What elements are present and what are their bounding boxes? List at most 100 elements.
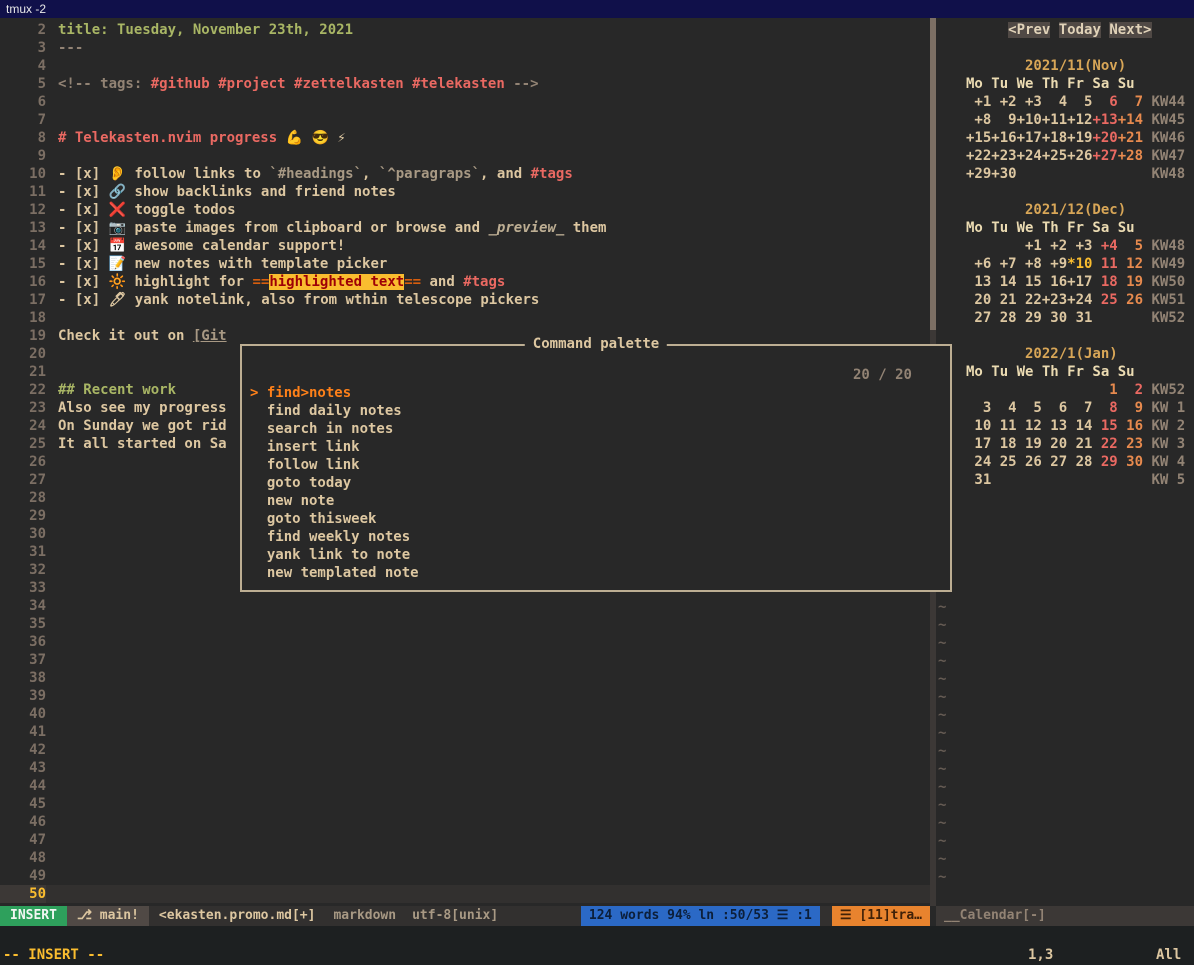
emoji-icon: 📅 [109,238,135,254]
text-segment: toggle todos [134,202,235,218]
palette-item[interactable]: goto today [242,474,950,492]
editor-line[interactable]: 12- [x] ❌ toggle todos [0,201,930,219]
calendar-row[interactable]: 1 2 KW52 [966,381,1185,399]
editor-line[interactable]: 43 [0,759,930,777]
calendar-row[interactable]: 2022/1(Jan) [966,345,1185,363]
editor-line[interactable]: 49 [0,867,930,885]
editor-line[interactable]: 46 [0,813,930,831]
calendar-row[interactable]: 2021/11(Nov) [966,57,1185,75]
line-number: 30 [0,525,46,543]
calendar-row[interactable]: +1 +2 +3 4 5 6 7 KW44 [966,93,1185,111]
editor-line[interactable]: 13- [x] 📷 paste images from clipboard or… [0,219,930,237]
calendar-month-title: 2021/11(Nov) [966,58,1126,74]
calendar-row[interactable]: Mo Tu We Th Fr Sa Su [966,75,1185,93]
text-segment: Also see my progress [58,400,227,416]
calendar-row[interactable]: +22+23+24+25+26+27+28 KW47 [966,147,1185,165]
emoji-icon: 👂 [109,166,135,182]
editor-line[interactable]: 5<!-- tags: #github #project #zettelkast… [0,75,930,93]
calendar-row[interactable]: Mo Tu We Th Fr Sa Su [966,363,1185,381]
calendar-row[interactable]: 10 11 12 13 14 15 16 KW 2 [966,417,1185,435]
editor-line[interactable]: 45 [0,795,930,813]
editor-line[interactable]: 7 [0,111,930,129]
calendar-row[interactable]: 13 14 15 16+17 18 19 KW50 [966,273,1185,291]
editor-line[interactable]: 3--- [0,39,930,57]
editor-line[interactable]: 16- [x] 🔆 highlight for ==highlighted te… [0,273,930,291]
calendar-row[interactable]: 3 4 5 6 7 8 9 KW 1 [966,399,1185,417]
editor-line[interactable]: 48 [0,849,930,867]
empty-line-tilde: ~ [938,652,946,670]
calendar-row[interactable]: 27 28 29 30 31 KW52 [966,309,1185,327]
editor-line[interactable]: 19Check it out on [Git [0,327,930,345]
editor-line[interactable]: 39 [0,687,930,705]
calendar-row[interactable]: +6 +7 +8 +9*10 11 12 KW49 [966,255,1185,273]
command-palette-popup[interactable]: Command palette 20 / 20 > > find notes f… [240,344,952,592]
calendar-row[interactable]: +15+16+17+18+19+20+21 KW46 [966,129,1185,147]
calendar-week-number: KW46 [1151,130,1185,146]
editor-line[interactable]: 18 [0,309,930,327]
text-segment [210,76,218,92]
editor-line[interactable]: 14- [x] 📅 awesome calendar support! [0,237,930,255]
palette-item-selected[interactable]: > find notes [242,384,950,402]
line-number: 23 [0,399,46,417]
editor-line[interactable]: 6 [0,93,930,111]
calendar-nav-button[interactable]: Next> [1109,22,1151,38]
editor-line[interactable]: 8# Telekasten.nvim progress 💪 😎 ⚡ [0,129,930,147]
calendar-row[interactable] [966,39,1185,57]
editor-line[interactable]: 4 [0,57,930,75]
calendar-row[interactable]: +29+30 KW48 [966,165,1185,183]
command-line[interactable]: :lua require('telekasten').panel() [0,926,1194,945]
calendar-cell [991,472,1151,488]
calendar-row[interactable]: Mo Tu We Th Fr Sa Su [966,219,1185,237]
line-number: 47 [0,831,46,849]
editor-line[interactable]: 17- [x] 🖊 yank notelink, also from wthin… [0,291,930,309]
calendar-row[interactable]: 2021/12(Dec) [966,201,1185,219]
palette-item[interactable]: goto thisweek [242,510,950,528]
text-segment: - [x] [58,256,109,272]
editor-line[interactable]: 2title: Tuesday, November 23th, 2021 [0,21,930,39]
calendar-row[interactable]: 20 21 22+23+24 25 26 KW51 [966,291,1185,309]
editor-line[interactable]: 47 [0,831,930,849]
editor-line[interactable]: 41 [0,723,930,741]
palette-item[interactable]: follow link [242,456,950,474]
editor-line[interactable]: 42 [0,741,930,759]
editor-cursor-line[interactable]: 50 [0,885,930,903]
palette-item[interactable]: insert link [242,438,950,456]
editor-line[interactable]: 44 [0,777,930,795]
calendar-nav-button[interactable]: <Prev [1008,22,1050,38]
calendar-row[interactable] [966,327,1185,345]
editor-line[interactable]: 10- [x] 👂 follow links to `#headings`, `… [0,165,930,183]
calendar-nav-button[interactable]: Today [1059,22,1101,38]
text-segment: == [404,274,421,290]
calendar-pane[interactable]: <Prev Today Next> 2021/11(Nov)Mo Tu We T… [966,18,1185,489]
text-segment: #telekasten [412,76,505,92]
editor-line[interactable]: 40 [0,705,930,723]
scrollbar-thumb[interactable] [930,18,936,330]
editor-line[interactable]: 11- [x] 🔗 show backlinks and friend note… [0,183,930,201]
line-number: 44 [0,777,46,795]
palette-item[interactable]: new note [242,492,950,510]
editor-line[interactable]: 9 [0,147,930,165]
palette-item[interactable]: find daily notes [242,402,950,420]
palette-item[interactable]: search in notes [242,420,950,438]
editor-line[interactable]: 37 [0,651,930,669]
empty-line-tilde: ~ [938,796,946,814]
calendar-row[interactable] [966,183,1185,201]
calendar-row[interactable]: 31 KW 5 [966,471,1185,489]
calendar-cell: 20 21 22+23+24 [966,292,1092,308]
calendar-row[interactable]: +8 9+10+11+12+13+14 KW45 [966,111,1185,129]
editor-line[interactable]: 34 [0,597,930,615]
palette-item[interactable]: find weekly notes [242,528,950,546]
editor-line[interactable]: 36 [0,633,930,651]
calendar-row[interactable]: <Prev Today Next> [966,21,1185,39]
calendar-row[interactable]: 17 18 19 20 21 22 23 KW 3 [966,435,1185,453]
empty-line-tilde: ~ [938,616,946,634]
calendar-cell: 27 28 29 30 31 [966,310,1092,326]
editor-line[interactable]: 38 [0,669,930,687]
calendar-row[interactable]: +1 +2 +3 +4 5 KW48 [966,237,1185,255]
calendar-row[interactable]: 24 25 26 27 28 29 30 KW 4 [966,453,1185,471]
editor-line[interactable]: 15- [x] 📝 new notes with template picker [0,255,930,273]
text-segment: follow links to [134,166,269,182]
palette-item[interactable]: yank link to note [242,546,950,564]
palette-item[interactable]: new templated note [242,564,950,582]
editor-line[interactable]: 35 [0,615,930,633]
